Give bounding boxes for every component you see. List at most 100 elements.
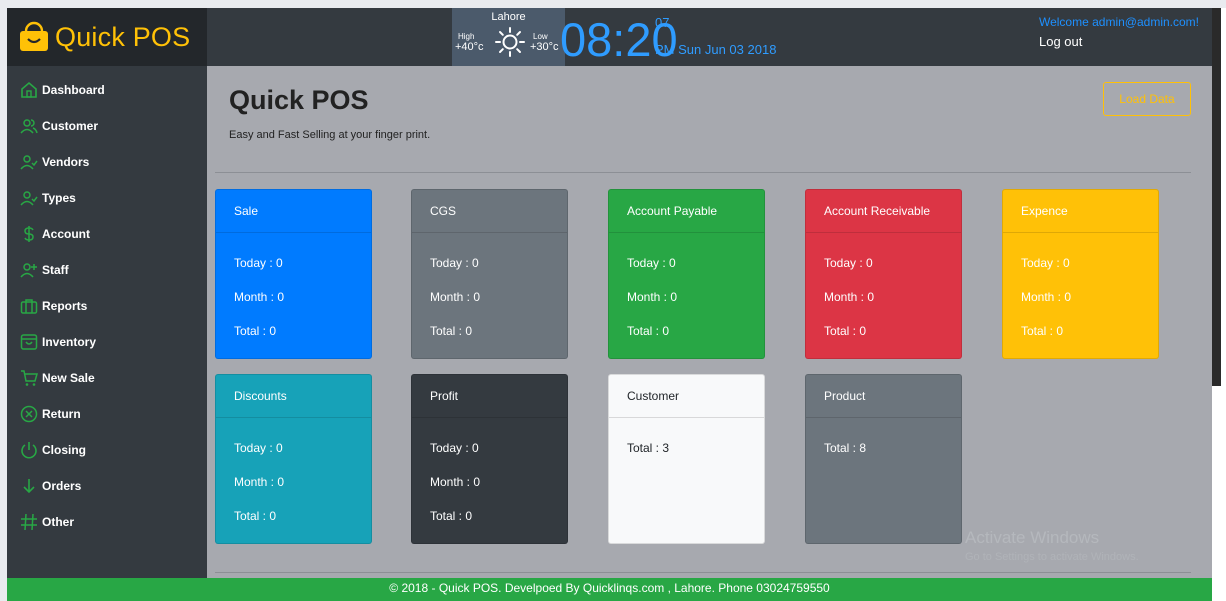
- card-total: Total : 0: [430, 509, 473, 523]
- weather-city: Lahore: [491, 11, 526, 23]
- card-today: Today : 0: [824, 256, 873, 270]
- weather-high-label: High: [458, 32, 475, 41]
- sidebar-item-orders[interactable]: Orders: [7, 471, 207, 501]
- sidebar-item-label: New Sale: [42, 371, 95, 385]
- card-total: Total : 0: [430, 324, 473, 338]
- sidebar-item-label: Closing: [42, 443, 86, 457]
- user-check-icon: [19, 152, 39, 172]
- briefcase-icon: [19, 296, 39, 316]
- divider: [215, 172, 1191, 173]
- cgs-card: CGS Today : 0 Month : 0 Total : 0: [411, 189, 568, 359]
- customer-card: Customer Total : 3: [608, 374, 765, 544]
- sidebar-item-customer[interactable]: Customer: [7, 111, 207, 141]
- home-icon: [19, 80, 39, 100]
- sidebar-item-reports[interactable]: Reports: [7, 291, 207, 321]
- account-payable-card: Account Payable Today : 0 Month : 0 Tota…: [608, 189, 765, 359]
- sidebar-item-vendors[interactable]: Vendors: [7, 147, 207, 177]
- card-title: Sale: [216, 190, 371, 233]
- main-content: Quick POS Easy and Fast Selling at your …: [207, 66, 1212, 578]
- app-window: Quick POS Lahore High +40°c Low +30°c 08…: [7, 8, 1212, 601]
- card-today: Today : 0: [430, 256, 479, 270]
- card-month: Month : 0: [430, 475, 481, 489]
- scrollbar-thumb[interactable]: [1212, 8, 1221, 386]
- card-month: Month : 0: [1021, 290, 1072, 304]
- sidebar-item-label: Reports: [42, 299, 88, 313]
- card-month: Month : 0: [234, 475, 285, 489]
- sidebar-item-types[interactable]: Types: [7, 183, 207, 213]
- sidebar-item-return[interactable]: Return: [7, 399, 207, 429]
- card-today: Today : 0: [1021, 256, 1070, 270]
- card-month: Month : 0: [234, 290, 285, 304]
- dollar-icon: [19, 224, 39, 244]
- sidebar-item-closing[interactable]: Closing: [7, 435, 207, 465]
- card-total: Total : 0: [1021, 324, 1064, 338]
- card-today: Today : 0: [430, 441, 479, 455]
- card-title: Customer: [609, 375, 764, 418]
- load-data-button[interactable]: Load Data: [1103, 82, 1191, 116]
- x-circle-icon: [19, 404, 39, 424]
- footer: © 2018 - Quick POS. Develpoed By Quickli…: [7, 578, 1212, 601]
- sidebar-item-dashboard[interactable]: Dashboard: [7, 75, 207, 105]
- card-title: Discounts: [216, 375, 371, 418]
- sidebar-item-new-sale[interactable]: New Sale: [7, 363, 207, 393]
- card-today: Today : 0: [627, 256, 676, 270]
- sidebar-item-label: Orders: [42, 479, 82, 493]
- brand[interactable]: Quick POS: [7, 8, 207, 66]
- expence-card: Expence Today : 0 Month : 0 Total : 0: [1002, 189, 1159, 359]
- card-total: Total : 0: [234, 509, 277, 523]
- sidebar-item-label: Dashboard: [42, 83, 105, 97]
- card-total: Total : 0: [627, 324, 670, 338]
- sidebar-item-label: Return: [42, 407, 81, 421]
- page-subtitle: Easy and Fast Selling at your finger pri…: [229, 129, 431, 141]
- card-total: Total : 0: [824, 324, 867, 338]
- card-month: Month : 0: [627, 290, 678, 304]
- sidebar-item-label: Customer: [42, 119, 99, 133]
- users-icon: [19, 116, 39, 136]
- hash-icon: [19, 512, 39, 532]
- card-month: Month : 0: [824, 290, 875, 304]
- sidebar-item-inventory[interactable]: Inventory: [7, 327, 207, 357]
- page-title: Quick POS: [229, 85, 369, 115]
- account-receivable-card: Account Receivable Today : 0 Month : 0 T…: [805, 189, 962, 359]
- sidebar-item-other[interactable]: Other: [7, 507, 207, 537]
- power-icon: [19, 440, 39, 460]
- card-title: Profit: [412, 375, 567, 418]
- user-plus-icon: [19, 260, 39, 280]
- divider: [215, 572, 1191, 573]
- welcome-message: Welcome admin@admin.com!: [1038, 15, 1199, 29]
- activate-windows-title: Activate Windows: [965, 528, 1100, 547]
- shopping-bag-icon: [19, 332, 39, 352]
- sidebar-item-label: Inventory: [42, 335, 97, 349]
- activate-windows-hint: Go to Settings to activate Windows.: [965, 551, 1139, 563]
- card-title: Account Receivable: [806, 190, 961, 233]
- weather-low-label: Low: [533, 32, 548, 41]
- logout-link[interactable]: Log out: [1039, 34, 1082, 49]
- sidebar-item-label: Vendors: [42, 155, 90, 169]
- discounts-card: Discounts Today : 0 Month : 0 Total : 0: [215, 374, 372, 544]
- shopping-bag-logo-icon: [20, 21, 48, 51]
- cart-icon: [19, 368, 39, 388]
- weather-low-value: +30°c: [530, 41, 559, 53]
- sun-icon: [495, 27, 525, 57]
- card-title: Product: [806, 375, 961, 418]
- product-card: Product Total : 8: [805, 374, 962, 544]
- card-title: Account Payable: [609, 190, 764, 233]
- card-total: Total : 0: [234, 324, 277, 338]
- card-total: Total : 8: [824, 441, 867, 455]
- top-navbar: Quick POS Lahore High +40°c Low +30°c 08…: [7, 8, 1212, 66]
- sidebar-item-label: Other: [42, 515, 75, 529]
- card-title: Expence: [1003, 190, 1158, 233]
- clock-date: PM Sun Jun 03 2018: [655, 42, 777, 57]
- sidebar-item-staff[interactable]: Staff: [7, 255, 207, 285]
- weather-high-value: +40°c: [455, 41, 484, 53]
- card-title: CGS: [412, 190, 567, 233]
- sidebar-item-account[interactable]: Account: [7, 219, 207, 249]
- sale-card: Sale Today : 0 Month : 0 Total : 0: [215, 189, 372, 359]
- card-today: Today : 0: [234, 256, 283, 270]
- sidebar-item-label: Types: [42, 191, 76, 205]
- sidebar-item-label: Account: [42, 227, 90, 241]
- brand-name: Quick POS: [55, 21, 191, 52]
- card-today: Today : 0: [234, 441, 283, 455]
- profit-card: Profit Today : 0 Month : 0 Total : 0: [411, 374, 568, 544]
- sidebar-item-label: Staff: [42, 263, 69, 277]
